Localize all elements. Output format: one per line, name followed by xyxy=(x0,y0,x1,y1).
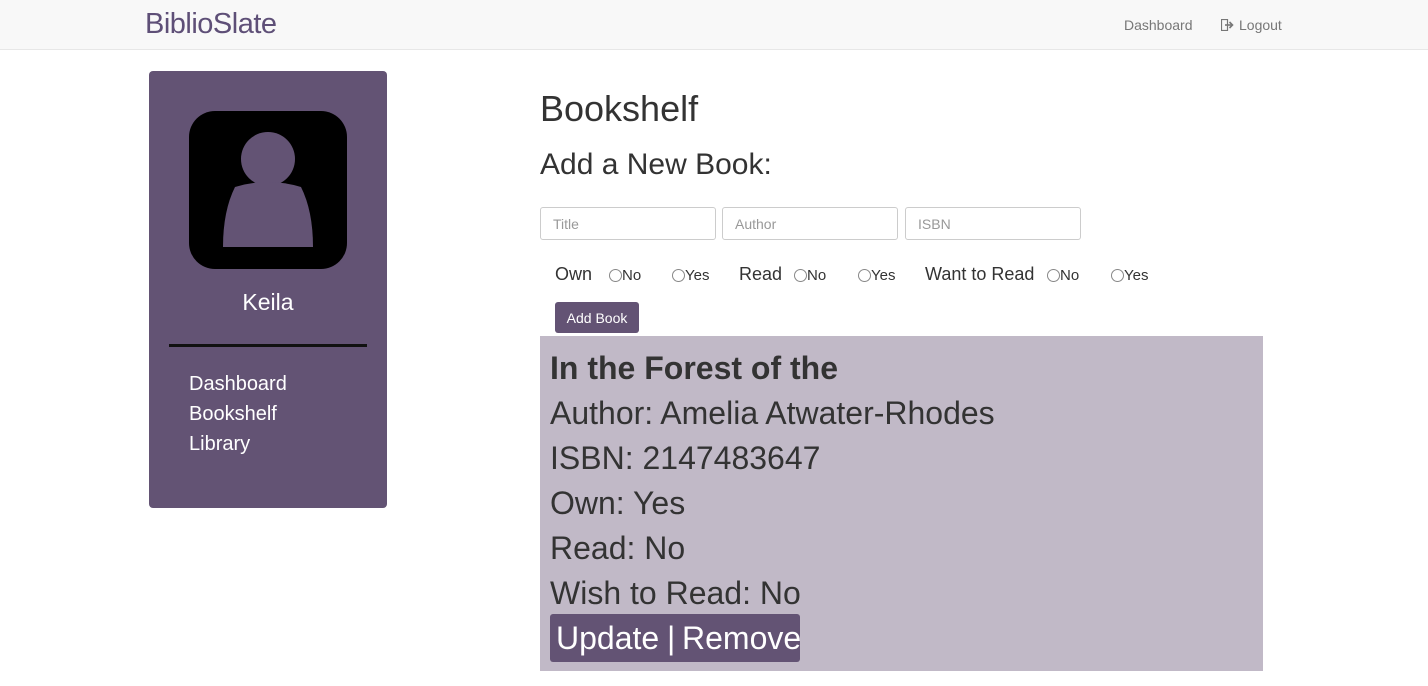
remove-button[interactable]: Remove xyxy=(682,620,801,657)
book-status-options: Own No Yes Read No Yes Want to Read No Y… xyxy=(555,262,1255,288)
username: Keila xyxy=(242,289,294,315)
sidebar-nav: Dashboard Bookshelf Library xyxy=(189,369,287,459)
read-yes-radio[interactable] xyxy=(858,269,871,282)
own-label: Own xyxy=(555,264,593,284)
add-book-button[interactable]: Add Book xyxy=(555,302,639,333)
book-isbn: ISBN: 2147483647 xyxy=(550,440,821,476)
own-no-label: No xyxy=(622,267,642,284)
sidebar-divider xyxy=(169,344,367,347)
user-silhouette-icon xyxy=(223,132,313,247)
own-no-radio[interactable] xyxy=(609,269,622,282)
own-no-option[interactable]: No xyxy=(609,267,641,284)
want-yes-option[interactable]: Yes xyxy=(1111,267,1148,284)
own-yes-radio[interactable] xyxy=(672,269,685,282)
logout-icon xyxy=(1221,19,1234,31)
want-yes-label: Yes xyxy=(1124,267,1149,284)
isbn-input[interactable] xyxy=(905,207,1081,240)
read-no-label: No xyxy=(807,267,827,284)
sidebar-item-bookshelf[interactable]: Bookshelf xyxy=(189,399,287,429)
brand-logo[interactable]: BiblioSlate xyxy=(145,8,277,41)
read-label: Read xyxy=(739,264,783,284)
profile-sidebar: Keila Dashboard Bookshelf Library xyxy=(149,71,387,508)
want-no-label: No xyxy=(1060,267,1080,284)
update-button[interactable]: Update xyxy=(556,620,659,657)
book-actions: Update | Remove xyxy=(550,614,801,662)
author-input[interactable] xyxy=(722,207,898,240)
nav-logout-link[interactable]: Logout xyxy=(1221,17,1282,33)
navbar: BiblioSlate Dashboard Logout xyxy=(0,0,1428,50)
add-book-heading: Add a New Book: xyxy=(540,148,772,181)
read-no-option[interactable]: No xyxy=(794,267,826,284)
title-input[interactable] xyxy=(540,207,716,240)
own-yes-label: Yes xyxy=(685,267,710,284)
book-own-status: Own: Yes xyxy=(550,485,686,521)
nav-dashboard-link[interactable]: Dashboard xyxy=(1124,17,1193,33)
read-yes-label: Yes xyxy=(871,267,896,284)
book-read-status: Read: No xyxy=(550,530,686,566)
sidebar-item-library[interactable]: Library xyxy=(189,429,287,459)
actions-separator: | xyxy=(667,620,676,656)
own-yes-option[interactable]: Yes xyxy=(672,267,709,284)
avatar xyxy=(189,111,347,269)
want-yes-radio[interactable] xyxy=(1111,269,1124,282)
book-card: In the Forest of the Author: Amelia Atwa… xyxy=(540,336,1263,671)
want-to-read-label: Want to Read xyxy=(925,264,1035,284)
sidebar-item-dashboard[interactable]: Dashboard xyxy=(189,369,287,399)
book-wish-status: Wish to Read: No xyxy=(550,575,801,611)
read-yes-option[interactable]: Yes xyxy=(858,267,895,284)
want-no-radio[interactable] xyxy=(1047,269,1060,282)
book-author: Author: Amelia Atwater-Rhodes xyxy=(550,395,995,431)
logout-label: Logout xyxy=(1239,17,1282,33)
read-no-radio[interactable] xyxy=(794,269,807,282)
page-title: Bookshelf xyxy=(540,88,699,129)
want-no-option[interactable]: No xyxy=(1047,267,1079,284)
book-title: In the Forest of the xyxy=(550,350,838,386)
